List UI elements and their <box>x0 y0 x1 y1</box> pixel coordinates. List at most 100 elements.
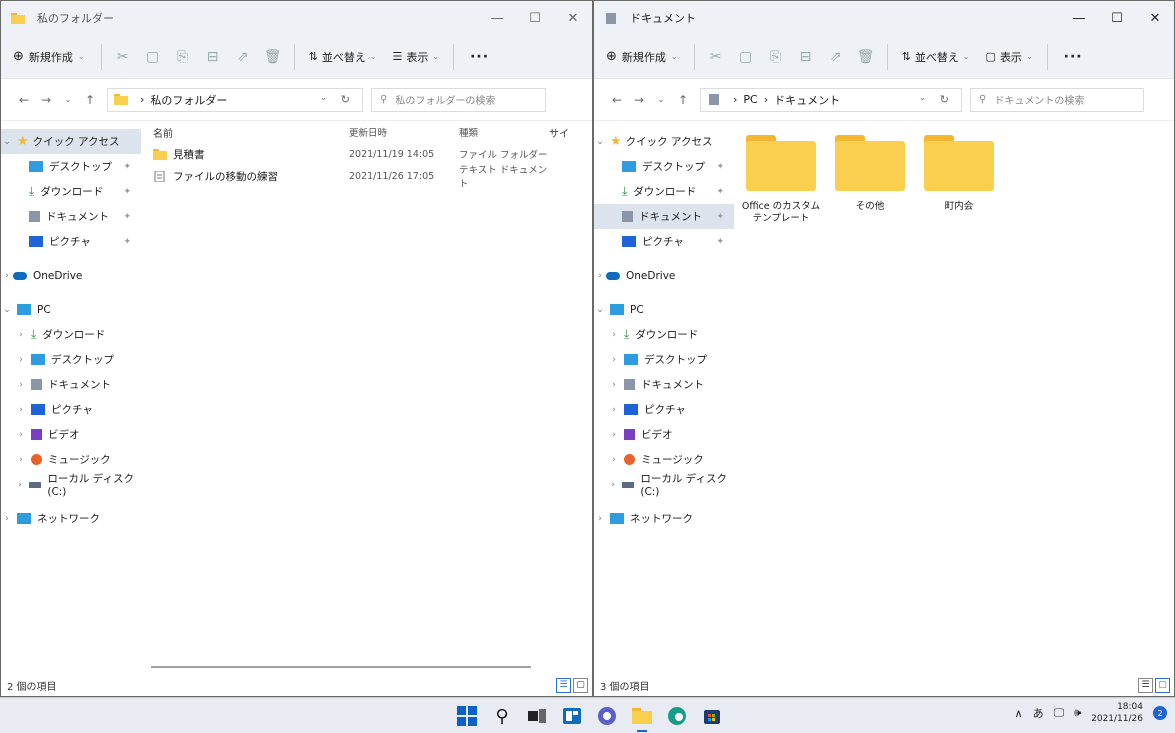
pin-icon[interactable]: ✦ <box>716 187 724 197</box>
nav-pc-desktop[interactable]: › デスクトップ <box>594 347 734 372</box>
search-icon[interactable]: ⚲ <box>490 704 514 728</box>
chevron-down-icon[interactable]: ⌄ <box>1 305 13 315</box>
minimize-button[interactable]: — <box>478 1 516 35</box>
nav-desktop[interactable]: デスクトップ ✦ <box>1 154 141 179</box>
horizontal-scrollbar[interactable] <box>151 666 531 668</box>
column-header-date[interactable]: 更新日時 <box>349 125 459 139</box>
nav-pc-documents[interactable]: › ドキュメント <box>594 372 734 397</box>
chevron-down-icon[interactable]: ⌄ <box>594 305 606 315</box>
chevron-right-icon[interactable]: › <box>608 455 620 465</box>
share-icon[interactable]: ⇗ <box>821 42 851 72</box>
new-button[interactable]: ⊕ 新規作成 ⌄ <box>606 49 678 65</box>
refresh-icon[interactable]: ↻ <box>940 93 949 106</box>
cut-icon[interactable]: ✂ <box>701 42 731 72</box>
tiles-view-icon[interactable]: ▢ <box>573 677 588 693</box>
widgets-icon[interactable] <box>560 704 584 728</box>
nav-pc-local-disk[interactable]: › ローカル ディスク (C:) <box>1 472 141 498</box>
maximize-button[interactable]: ☐ <box>1098 1 1136 35</box>
pin-icon[interactable]: ✦ <box>716 162 724 172</box>
recent-dropdown-icon[interactable]: ⌄ <box>650 95 672 104</box>
new-button[interactable]: ⊕ 新規作成 ⌄ <box>13 49 85 65</box>
volume-icon[interactable]: 🕪 <box>1074 706 1081 720</box>
chevron-down-icon[interactable]: ⌄ <box>919 93 926 106</box>
title-bar[interactable]: 私のフォルダー — ☐ ✕ <box>1 1 592 35</box>
nav-pc-documents[interactable]: › ドキュメント <box>1 372 141 397</box>
pin-icon[interactable]: ✦ <box>716 212 724 222</box>
forward-arrow-icon[interactable]: → <box>35 93 57 107</box>
edge-browser-icon[interactable] <box>665 704 689 728</box>
nav-downloads[interactable]: ⤓ ダウンロード ✦ <box>1 179 141 204</box>
nav-quick-access[interactable]: ⌄ ★ クイック アクセス <box>594 129 734 154</box>
delete-icon[interactable]: 🗑 <box>851 42 881 72</box>
table-row[interactable]: ファイルの移動の練習 2021/11/26 17:05 テキスト ドキュメント <box>141 165 592 190</box>
nav-pc-music[interactable]: › ミュージック <box>594 447 734 472</box>
nav-pc-pictures[interactable]: › ピクチャ <box>1 397 141 422</box>
recent-dropdown-icon[interactable]: ⌄ <box>57 95 79 104</box>
copy-icon[interactable]: ▢ <box>138 42 168 72</box>
nav-pc-pictures[interactable]: › ピクチャ <box>594 397 734 422</box>
nav-quick-access[interactable]: ⌄ ★ クイック アクセス <box>1 129 141 154</box>
pin-icon[interactable]: ✦ <box>123 162 131 172</box>
sort-button[interactable]: ⇅ 並べ替え ⌄ <box>301 42 385 72</box>
nav-pc[interactable]: ⌄ PC <box>594 297 734 322</box>
chevron-right-icon[interactable]: › <box>15 480 25 490</box>
forward-arrow-icon[interactable]: → <box>628 93 650 107</box>
share-icon[interactable]: ⇗ <box>228 42 258 72</box>
nav-pc-videos[interactable]: › ビデオ <box>594 422 734 447</box>
breadcrumb[interactable]: 私のフォルダー <box>150 92 227 108</box>
nav-pc[interactable]: ⌄ PC <box>1 297 141 322</box>
column-header-name[interactable]: 名前 <box>141 125 349 140</box>
nav-onedrive[interactable]: › OneDrive <box>594 263 734 288</box>
pin-icon[interactable]: ✦ <box>123 237 131 247</box>
chevron-right-icon[interactable]: › <box>594 271 606 281</box>
chevron-right-icon[interactable]: › <box>608 480 618 490</box>
chevron-right-icon[interactable]: › <box>15 405 27 415</box>
chevron-right-icon[interactable]: › <box>15 455 27 465</box>
chevron-right-icon[interactable]: › <box>1 271 13 281</box>
chevron-right-icon[interactable]: › <box>608 355 620 365</box>
rename-icon[interactable]: ⊟ <box>198 42 228 72</box>
network-icon[interactable]: 🖵 <box>1054 706 1065 720</box>
start-button[interactable] <box>455 704 479 728</box>
up-arrow-icon[interactable]: ↑ <box>672 93 694 107</box>
chevron-right-icon[interactable]: › <box>608 430 620 440</box>
nav-pc-downloads[interactable]: › ⤓ ダウンロード <box>1 322 141 347</box>
chevron-down-icon[interactable]: ⌄ <box>594 137 606 147</box>
ime-indicator[interactable]: あ <box>1033 705 1044 721</box>
address-box[interactable]: › 私のフォルダー ⌄ ↻ <box>107 87 363 112</box>
nav-downloads[interactable]: ⤓ ダウンロード ✦ <box>594 179 734 204</box>
chevron-right-icon[interactable]: › <box>608 380 620 390</box>
column-header-size[interactable]: サイ <box>549 125 569 140</box>
sort-button[interactable]: ⇅ 並べ替え ⌄ <box>894 42 978 72</box>
nav-documents[interactable]: ドキュメント ✦ <box>594 204 734 229</box>
chevron-right-icon[interactable]: › <box>608 330 620 340</box>
title-bar[interactable]: ドキュメント — ☐ ✕ <box>594 1 1174 35</box>
chevron-down-icon[interactable]: ⌄ <box>320 93 327 106</box>
chevron-right-icon[interactable]: › <box>15 330 27 340</box>
nav-pc-downloads[interactable]: › ⤓ ダウンロード <box>594 322 734 347</box>
paste-icon[interactable]: ⎘ <box>168 42 198 72</box>
nav-pc-local-disk[interactable]: › ローカル ディスク (C:) <box>594 472 734 498</box>
back-arrow-icon[interactable]: ← <box>606 93 628 107</box>
close-button[interactable]: ✕ <box>554 1 592 35</box>
breadcrumb[interactable]: ドキュメント <box>774 92 840 108</box>
paste-icon[interactable]: ⎘ <box>761 42 791 72</box>
store-icon[interactable] <box>700 704 724 728</box>
pin-icon[interactable]: ✦ <box>716 237 724 247</box>
chevron-right-icon[interactable]: › <box>1 514 13 524</box>
more-options-button[interactable]: ··· <box>460 42 499 72</box>
task-view-icon[interactable] <box>525 704 549 728</box>
clock[interactable]: 18:04 2021/11/26 <box>1091 701 1143 725</box>
pin-icon[interactable]: ✦ <box>123 212 131 222</box>
copy-icon[interactable]: ▢ <box>731 42 761 72</box>
details-view-icon[interactable]: ☰ <box>556 677 571 693</box>
back-arrow-icon[interactable]: ← <box>13 93 35 107</box>
chat-icon[interactable] <box>595 704 619 728</box>
nav-network[interactable]: › ネットワーク <box>594 506 734 531</box>
delete-icon[interactable]: 🗑 <box>258 42 288 72</box>
more-options-button[interactable]: ··· <box>1054 42 1093 72</box>
breadcrumb-pc[interactable]: PC <box>743 93 757 106</box>
nav-pc-videos[interactable]: › ビデオ <box>1 422 141 447</box>
nav-desktop[interactable]: デスクトップ ✦ <box>594 154 734 179</box>
tiles-view-icon[interactable]: ▢ <box>1155 677 1170 693</box>
